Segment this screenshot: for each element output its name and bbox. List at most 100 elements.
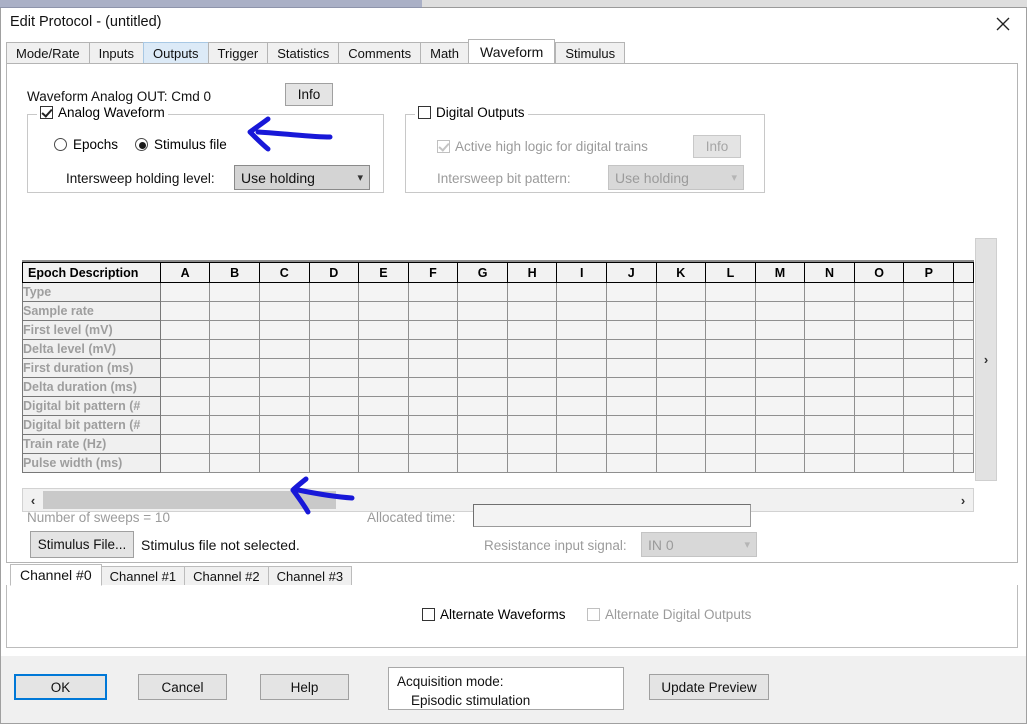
cell-f-2[interactable]	[408, 320, 459, 340]
cell-c-4[interactable]	[259, 358, 310, 378]
cell-m-0[interactable]	[755, 282, 806, 302]
cell-k-3[interactable]	[656, 339, 707, 359]
cell-a-3[interactable]	[160, 339, 211, 359]
cell-partial-5[interactable]	[953, 377, 974, 397]
intersweep-holding-dropdown[interactable]: Use holding ▾	[234, 165, 370, 190]
cell-i-0[interactable]	[556, 282, 607, 302]
cell-k-1[interactable]	[656, 301, 707, 321]
radio-epochs-control[interactable]	[54, 138, 67, 151]
cell-c-5[interactable]	[259, 377, 310, 397]
cell-p-0[interactable]	[903, 282, 955, 302]
cell-i-7[interactable]	[556, 415, 607, 435]
radio-epochs[interactable]: Epochs	[54, 137, 118, 152]
column-header-d[interactable]: D	[309, 262, 360, 283]
cell-e-0[interactable]	[358, 282, 409, 302]
cell-partial-3[interactable]	[953, 339, 974, 359]
channel-tab-0[interactable]: Channel #0	[10, 564, 102, 586]
cell-i-5[interactable]	[556, 377, 607, 397]
cell-h-5[interactable]	[507, 377, 558, 397]
cell-m-1[interactable]	[755, 301, 806, 321]
cell-o-3[interactable]	[854, 339, 905, 359]
tab-statistics[interactable]: Statistics	[267, 42, 340, 64]
table-expand-handle[interactable]: ›	[975, 238, 997, 481]
cell-g-3[interactable]	[457, 339, 508, 359]
column-header-j[interactable]: J	[606, 262, 657, 283]
cell-d-6[interactable]	[309, 396, 360, 416]
cell-m-9[interactable]	[755, 453, 806, 473]
cell-b-4[interactable]	[209, 358, 260, 378]
cell-b-5[interactable]	[209, 377, 260, 397]
cell-a-6[interactable]	[160, 396, 211, 416]
cell-j-5[interactable]	[606, 377, 657, 397]
cell-j-3[interactable]	[606, 339, 657, 359]
cell-h-8[interactable]	[507, 434, 558, 454]
cell-g-1[interactable]	[457, 301, 508, 321]
cell-f-9[interactable]	[408, 453, 459, 473]
cell-p-2[interactable]	[903, 320, 955, 340]
cell-d-7[interactable]	[309, 415, 360, 435]
cell-f-7[interactable]	[408, 415, 459, 435]
cell-p-8[interactable]	[903, 434, 955, 454]
cell-g-6[interactable]	[457, 396, 508, 416]
cell-e-9[interactable]	[358, 453, 409, 473]
cell-h-9[interactable]	[507, 453, 558, 473]
cell-i-8[interactable]	[556, 434, 607, 454]
cell-b-9[interactable]	[209, 453, 260, 473]
cell-e-7[interactable]	[358, 415, 409, 435]
cell-i-2[interactable]	[556, 320, 607, 340]
cell-partial-0[interactable]	[953, 282, 974, 302]
cell-n-6[interactable]	[804, 396, 855, 416]
cell-g-4[interactable]	[457, 358, 508, 378]
cell-k-8[interactable]	[656, 434, 707, 454]
cell-o-5[interactable]	[854, 377, 905, 397]
cell-i-6[interactable]	[556, 396, 607, 416]
cell-a-9[interactable]	[160, 453, 211, 473]
cell-c-7[interactable]	[259, 415, 310, 435]
cell-j-0[interactable]	[606, 282, 657, 302]
epoch-table-grid[interactable]: Epoch Description A B C D E F G H I J K L M N O P Type Sam…	[22, 262, 974, 473]
channel-tab-3[interactable]: Channel #3	[267, 566, 353, 586]
cell-k-6[interactable]	[656, 396, 707, 416]
cell-c-2[interactable]	[259, 320, 310, 340]
alternate-waveforms-row[interactable]: Alternate Waveforms	[422, 607, 566, 622]
cell-partial-1[interactable]	[953, 301, 974, 321]
digital-outputs-checkbox[interactable]	[418, 106, 431, 119]
cell-j-8[interactable]	[606, 434, 657, 454]
cell-b-1[interactable]	[209, 301, 260, 321]
digital-outputs-group-caption[interactable]: Digital Outputs	[415, 105, 528, 120]
cell-n-7[interactable]	[804, 415, 855, 435]
cell-c-6[interactable]	[259, 396, 310, 416]
column-header-h[interactable]: H	[507, 262, 558, 283]
cell-e-5[interactable]	[358, 377, 409, 397]
cell-h-3[interactable]	[507, 339, 558, 359]
cell-k-2[interactable]	[656, 320, 707, 340]
cell-j-9[interactable]	[606, 453, 657, 473]
cell-l-2[interactable]	[705, 320, 756, 340]
cell-p-3[interactable]	[903, 339, 955, 359]
cell-n-1[interactable]	[804, 301, 855, 321]
cell-k-5[interactable]	[656, 377, 707, 397]
cell-d-4[interactable]	[309, 358, 360, 378]
cell-g-7[interactable]	[457, 415, 508, 435]
cell-g-2[interactable]	[457, 320, 508, 340]
column-header-n[interactable]: N	[804, 262, 855, 283]
cell-p-5[interactable]	[903, 377, 955, 397]
cell-o-2[interactable]	[854, 320, 905, 340]
cell-f-0[interactable]	[408, 282, 459, 302]
cell-i-1[interactable]	[556, 301, 607, 321]
analog-waveform-checkbox[interactable]	[40, 106, 53, 119]
cell-c-3[interactable]	[259, 339, 310, 359]
cell-b-8[interactable]	[209, 434, 260, 454]
cell-m-5[interactable]	[755, 377, 806, 397]
cell-o-1[interactable]	[854, 301, 905, 321]
hscroll-thumb[interactable]	[43, 491, 336, 509]
cell-f-1[interactable]	[408, 301, 459, 321]
cell-partial-8[interactable]	[953, 434, 974, 454]
cell-g-8[interactable]	[457, 434, 508, 454]
cell-p-7[interactable]	[903, 415, 955, 435]
column-header-k[interactable]: K	[656, 262, 707, 283]
radio-stimulus-file-control[interactable]	[135, 138, 148, 151]
cell-f-4[interactable]	[408, 358, 459, 378]
column-header-e[interactable]: E	[358, 262, 409, 283]
column-header-m[interactable]: M	[755, 262, 806, 283]
